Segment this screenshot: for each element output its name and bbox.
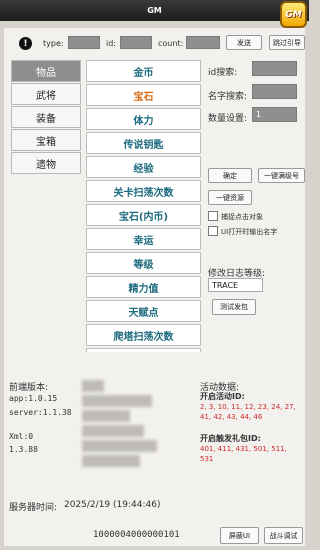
window-title: GM	[0, 0, 309, 21]
ui-name-checkbox[interactable]	[208, 226, 218, 236]
xml-version: 1.3.88	[9, 445, 38, 454]
quantity-input[interactable]: 1	[252, 107, 297, 122]
warning-icon: !	[19, 37, 32, 50]
front-version-label: 前端版本:	[9, 383, 49, 393]
tab-equipment[interactable]: 装备	[11, 106, 81, 128]
click-object-checkbox[interactable]	[208, 211, 218, 221]
tab-heroes[interactable]: 武将	[11, 83, 81, 105]
battle-test-button[interactable]: 战斗调试	[264, 527, 303, 544]
gm-logo-icon[interactable]: GM	[280, 1, 307, 28]
category-item[interactable]: 体力	[86, 108, 201, 130]
category-item[interactable]: 爬塔扫荡次数	[86, 324, 201, 346]
id-search-label: id搜索:	[208, 68, 238, 78]
category-item[interactable]: 等级	[86, 252, 201, 274]
redacted-block	[82, 425, 144, 437]
id-search-input[interactable]	[252, 61, 297, 76]
category-item[interactable]: 幸运	[86, 228, 201, 250]
redacted-block	[82, 440, 157, 452]
category-item[interactable]: 金币	[86, 60, 201, 82]
category-item[interactable]: 宝石(内币)	[86, 204, 201, 226]
player-id: 1000004000000101	[93, 530, 180, 540]
category-item[interactable]: 天赋点	[86, 300, 201, 322]
category-item[interactable]: 经验	[86, 156, 201, 178]
category-list[interactable]: 金币 宝石 体力 传说钥匙 经验 关卡扫荡次数 宝石(内币) 幸运 等级 精力值…	[86, 60, 201, 352]
gift-pack-ids: 401, 411, 431, 501, 511, 531	[200, 445, 287, 463]
confirm-button[interactable]: 确定	[208, 168, 252, 183]
server-time: 2025/2/19 (19:44:46)	[64, 500, 161, 510]
quantity-label: 数量设置:	[208, 114, 248, 124]
left-tab-list: 物品 武将 装备 宝箱 遗物	[11, 60, 81, 175]
name-search-input[interactable]	[252, 84, 297, 99]
redacted-block	[82, 395, 152, 407]
xml-label: Xml:0	[9, 432, 34, 441]
open-activity-label: 开启活动ID:	[200, 392, 245, 401]
app-version: app:1.0.15	[9, 394, 58, 403]
category-item[interactable]: 传说钥匙	[86, 132, 201, 154]
type-input[interactable]	[68, 36, 100, 49]
open-activity-ids: 2, 3, 10, 11, 12, 23, 24, 27, 41, 42, 43…	[200, 403, 296, 421]
send-button[interactable]: 发送	[226, 35, 262, 50]
block-ui-button[interactable]: 屏蔽UI	[220, 527, 259, 544]
server-version: server:1.1.38	[9, 408, 72, 417]
id-label: id:	[106, 39, 116, 48]
click-object-label: 捕捉点击对象	[221, 213, 263, 221]
tab-items[interactable]: 物品	[11, 60, 81, 82]
tab-relics[interactable]: 遗物	[11, 152, 81, 174]
server-time-label: 服务器时间:	[9, 503, 58, 513]
gift-pack-label: 开启触发礼包ID:	[200, 434, 261, 443]
count-input[interactable]	[186, 36, 220, 49]
redacted-block	[82, 455, 140, 467]
all-resources-button[interactable]: 一键资源	[208, 190, 252, 205]
log-level-select[interactable]: TRACE	[208, 278, 263, 292]
name-search-label: 名字搜索:	[208, 92, 248, 102]
max-account-button[interactable]: 一键满级号	[258, 168, 305, 183]
category-item[interactable]: ...	[86, 348, 201, 352]
redacted-block	[82, 410, 130, 422]
count-label: count:	[158, 39, 184, 48]
category-item[interactable]: 精力值	[86, 276, 201, 298]
category-item[interactable]: 关卡扫荡次数	[86, 180, 201, 202]
id-input[interactable]	[120, 36, 152, 49]
ui-name-label: UI打开时输出名字	[221, 228, 278, 236]
type-label: type:	[43, 39, 64, 48]
redacted-block	[82, 380, 104, 392]
category-item-selected[interactable]: 宝石	[86, 84, 201, 106]
skip-guide-button[interactable]: 跳过引导	[269, 35, 305, 50]
tab-chest[interactable]: 宝箱	[11, 129, 81, 151]
test-packet-button[interactable]: 测试发包	[212, 299, 256, 315]
